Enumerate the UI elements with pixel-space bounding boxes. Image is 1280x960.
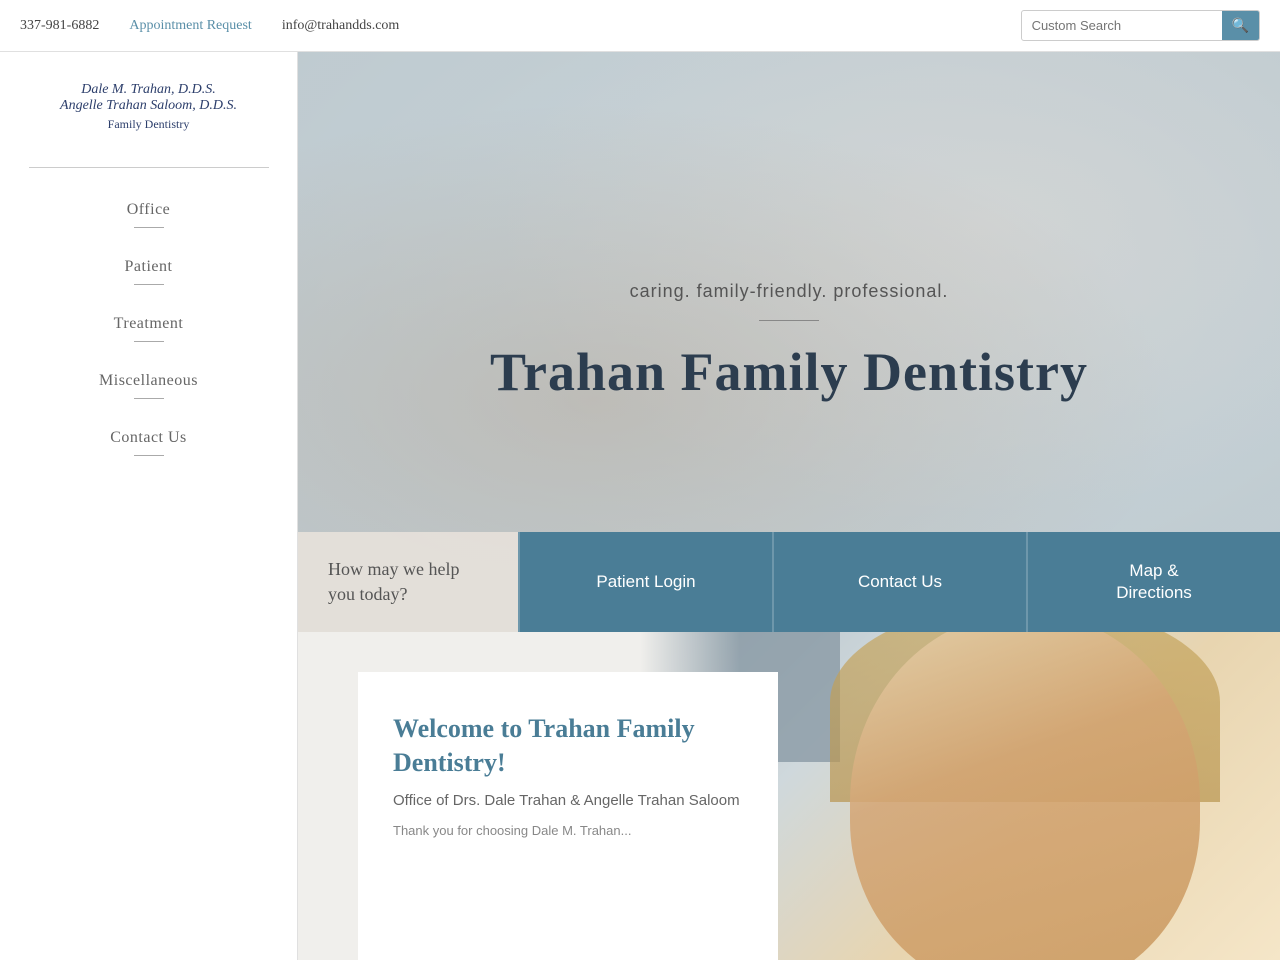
contact-us-button[interactable]: Contact Us xyxy=(772,532,1026,632)
portrait-face xyxy=(850,632,1200,960)
map-directions-button[interactable]: Map &Directions xyxy=(1026,532,1280,632)
hero-title: Trahan Family Dentistry xyxy=(490,341,1088,403)
lower-section: Welcome to Trahan Family Dentistry! Offi… xyxy=(298,632,1280,960)
sidebar-item-office[interactable]: Office xyxy=(0,183,297,240)
sidebar-item-label: Patient xyxy=(125,258,173,275)
welcome-card: Welcome to Trahan Family Dentistry! Offi… xyxy=(358,672,778,960)
email-address: info@trahandds.com xyxy=(282,18,399,34)
logo-line3: Family Dentistry xyxy=(60,117,237,132)
search-form: 🔍 xyxy=(1021,10,1260,41)
nav-menu: Office Patient Treatment Miscellaneous C… xyxy=(0,183,297,468)
search-input[interactable] xyxy=(1022,13,1222,38)
logo-line2: Angelle Trahan Saloom, D.D.S. xyxy=(60,98,237,114)
logo-area: Dale M. Trahan, D.D.S. Angelle Trahan Sa… xyxy=(40,72,257,152)
welcome-text: Thank you for choosing Dale M. Trahan... xyxy=(393,821,743,841)
hero-subtitle: caring. family-friendly. professional. xyxy=(630,281,949,302)
phone-number: 337-981-6882 xyxy=(20,18,99,34)
logo-line1: Dale M. Trahan, D.D.S. xyxy=(60,82,237,98)
search-button[interactable]: 🔍 xyxy=(1222,11,1259,40)
top-bar-contact: 337-981-6882 Appointment Request info@tr… xyxy=(20,18,399,34)
sidebar-item-label: Contact Us xyxy=(110,429,187,446)
welcome-title: Welcome to Trahan Family Dentistry! xyxy=(393,712,743,780)
sidebar: Dale M. Trahan, D.D.S. Angelle Trahan Sa… xyxy=(0,52,298,960)
logo-divider xyxy=(29,167,269,168)
cta-bar: How may we help you today? Patient Login… xyxy=(298,532,1280,632)
sidebar-item-patient[interactable]: Patient xyxy=(0,240,297,297)
sidebar-item-miscellaneous[interactable]: Miscellaneous xyxy=(0,354,297,411)
hero-divider xyxy=(759,320,819,321)
cta-buttons: Patient Login Contact Us Map &Directions xyxy=(518,532,1280,632)
main-layout: Dale M. Trahan, D.D.S. Angelle Trahan Sa… xyxy=(0,52,1280,960)
cta-question: How may we help you today? xyxy=(298,532,518,632)
appointment-link[interactable]: Appointment Request xyxy=(129,18,252,34)
welcome-subtitle: Office of Drs. Dale Trahan & Angelle Tra… xyxy=(393,792,743,809)
patient-login-button[interactable]: Patient Login xyxy=(518,532,772,632)
sidebar-item-label: Office xyxy=(127,201,171,218)
top-bar: 337-981-6882 Appointment Request info@tr… xyxy=(0,0,1280,52)
sidebar-item-treatment[interactable]: Treatment xyxy=(0,297,297,354)
sidebar-item-label: Treatment xyxy=(114,315,184,332)
hero-section: caring. family-friendly. professional. T… xyxy=(298,52,1280,632)
content-area: caring. family-friendly. professional. T… xyxy=(298,52,1280,960)
sidebar-item-contact[interactable]: Contact Us xyxy=(0,411,297,468)
sidebar-item-label: Miscellaneous xyxy=(99,372,198,389)
